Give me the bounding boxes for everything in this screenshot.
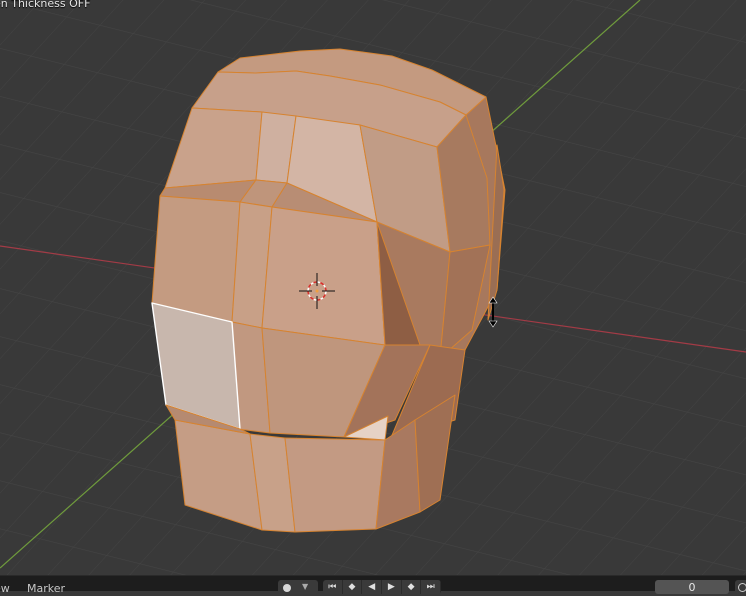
timeline-header: ew Marker ▼ ⏮ ◆ ◀ ▶ ◆ ⏭ 0 bbox=[0, 575, 746, 595]
record-dot-icon bbox=[283, 584, 291, 592]
mesh-face[interactable] bbox=[151, 195, 241, 323]
mesh-face[interactable] bbox=[261, 206, 386, 346]
clock-icon[interactable] bbox=[735, 580, 746, 594]
auto-keyframe-toggle[interactable]: ▼ bbox=[278, 580, 318, 594]
jump-end-icon[interactable]: ⏭ bbox=[421, 580, 441, 594]
viewport-canvas[interactable] bbox=[0, 0, 746, 575]
timeline-marker-menu[interactable]: Marker bbox=[27, 582, 65, 595]
playback-controls: ⏮ ◆ ◀ ▶ ◆ ⏭ bbox=[323, 580, 441, 594]
next-keyframe-icon[interactable]: ◆ bbox=[402, 580, 422, 594]
mesh-face[interactable] bbox=[284, 437, 386, 533]
viewport-status-text: en Thickness OFF bbox=[0, 0, 91, 10]
prev-keyframe-icon[interactable]: ◆ bbox=[343, 580, 363, 594]
current-frame-field[interactable]: 0 bbox=[655, 580, 729, 594]
play-icon[interactable]: ▶ bbox=[382, 580, 402, 594]
timeline-view-menu[interactable]: ew bbox=[0, 582, 10, 595]
jump-start-icon[interactable]: ⏮ bbox=[323, 580, 343, 594]
play-reverse-icon[interactable]: ◀ bbox=[362, 580, 383, 594]
3d-viewport[interactable]: en Thickness OFF bbox=[0, 0, 746, 575]
